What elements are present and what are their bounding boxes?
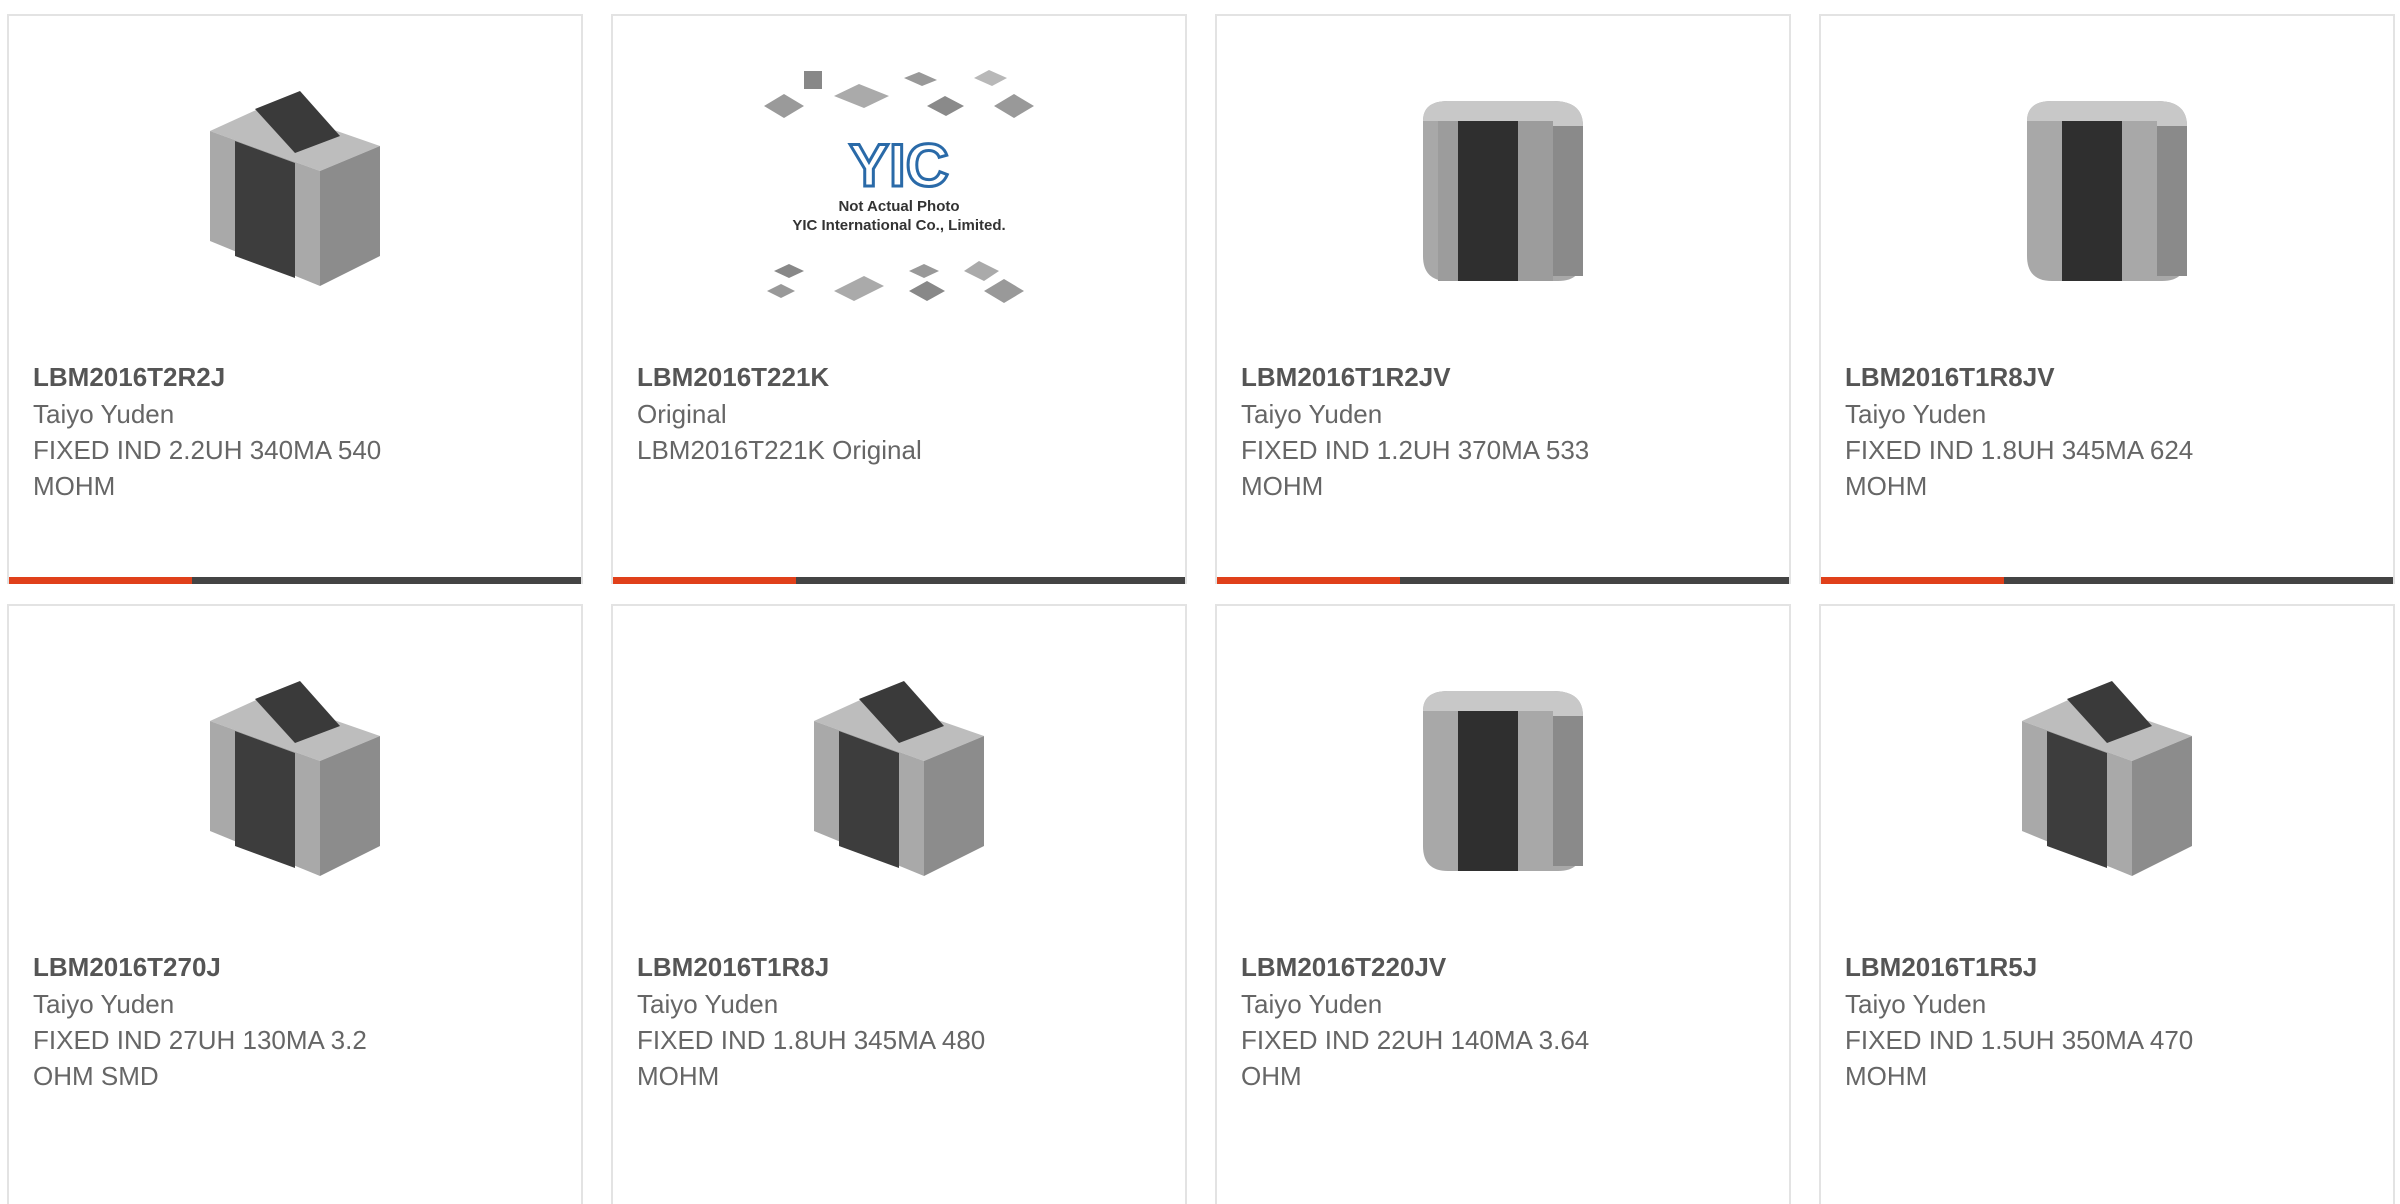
product-card[interactable]: YIC Not Actual Photo YIC International C… bbox=[611, 14, 1187, 584]
product-card[interactable]: LBM2016T2R2J Taiyo Yuden FIXED IND 2.2UH… bbox=[7, 14, 583, 584]
part-number[interactable]: LBM2016T1R8J bbox=[637, 948, 1165, 986]
card-accent-bar bbox=[9, 577, 581, 584]
placeholder-photo-icon: YIC Not Actual Photo YIC International C… bbox=[613, 46, 1185, 336]
part-number[interactable]: LBM2016T270J bbox=[33, 948, 561, 986]
card-accent-bar bbox=[1821, 577, 2393, 584]
card-accent-bar bbox=[613, 577, 1185, 584]
part-number[interactable]: LBM2016T2R2J bbox=[33, 358, 561, 396]
yic-logo: YIC bbox=[849, 132, 949, 199]
part-number[interactable]: LBM2016T220JV bbox=[1241, 948, 1769, 986]
product-card[interactable]: LBM2016T1R8J Taiyo Yuden FIXED IND 1.8UH… bbox=[611, 604, 1187, 1204]
yic-company-caption: YIC International Co., Limited. bbox=[792, 217, 1005, 234]
manufacturer: Original bbox=[637, 399, 727, 429]
inductor-chip-rounded-icon bbox=[1217, 46, 1789, 336]
part-number[interactable]: LBM2016T221K bbox=[637, 358, 1165, 396]
part-number[interactable]: LBM2016T1R2JV bbox=[1241, 358, 1769, 396]
product-card[interactable]: LBM2016T1R2JV Taiyo Yuden FIXED IND 1.2U… bbox=[1215, 14, 1791, 584]
product-card[interactable]: LBM2016T1R8JV Taiyo Yuden FIXED IND 1.8U… bbox=[1819, 14, 2395, 584]
product-grid: LBM2016T2R2J Taiyo Yuden FIXED IND 2.2UH… bbox=[0, 0, 2400, 1204]
manufacturer: Taiyo Yuden bbox=[33, 989, 175, 1019]
manufacturer: Taiyo Yuden bbox=[1845, 399, 1987, 429]
manufacturer: Taiyo Yuden bbox=[33, 399, 175, 429]
inductor-chip-icon bbox=[9, 636, 581, 926]
inductor-chip-rounded-icon bbox=[1217, 636, 1789, 926]
product-card[interactable]: LBM2016T220JV Taiyo Yuden FIXED IND 22UH… bbox=[1215, 604, 1791, 1204]
inductor-chip-rounded-icon bbox=[1821, 46, 2393, 336]
manufacturer: Taiyo Yuden bbox=[637, 989, 779, 1019]
product-description: FIXED IND 1.8UH 345MA 624 MOHM bbox=[1845, 435, 2194, 501]
inductor-chip-icon bbox=[1821, 636, 2393, 926]
inductor-chip-icon bbox=[9, 46, 581, 336]
manufacturer: Taiyo Yuden bbox=[1241, 989, 1383, 1019]
not-actual-photo-caption: Not Actual Photo bbox=[838, 198, 959, 215]
card-accent-bar bbox=[1217, 577, 1789, 584]
part-number[interactable]: LBM2016T1R8JV bbox=[1845, 358, 2373, 396]
product-card[interactable]: LBM2016T270J Taiyo Yuden FIXED IND 27UH … bbox=[7, 604, 583, 1204]
manufacturer: Taiyo Yuden bbox=[1845, 989, 1987, 1019]
manufacturer: Taiyo Yuden bbox=[1241, 399, 1383, 429]
product-card[interactable]: LBM2016T1R5J Taiyo Yuden FIXED IND 1.5UH… bbox=[1819, 604, 2395, 1204]
product-description: FIXED IND 22UH 140MA 3.64 OHM bbox=[1241, 1025, 1590, 1091]
part-number[interactable]: LBM2016T1R5J bbox=[1845, 948, 2373, 986]
product-description: FIXED IND 1.5UH 350MA 470 MOHM bbox=[1845, 1025, 2194, 1091]
product-description: FIXED IND 1.8UH 345MA 480 MOHM bbox=[637, 1025, 986, 1091]
inductor-chip-icon bbox=[613, 636, 1185, 926]
product-description: FIXED IND 1.2UH 370MA 533 MOHM bbox=[1241, 435, 1590, 501]
product-description: LBM2016T221K Original bbox=[637, 435, 922, 465]
product-description: FIXED IND 27UH 130MA 3.2 OHM SMD bbox=[33, 1025, 367, 1091]
product-description: FIXED IND 2.2UH 340MA 540 MOHM bbox=[33, 435, 382, 501]
